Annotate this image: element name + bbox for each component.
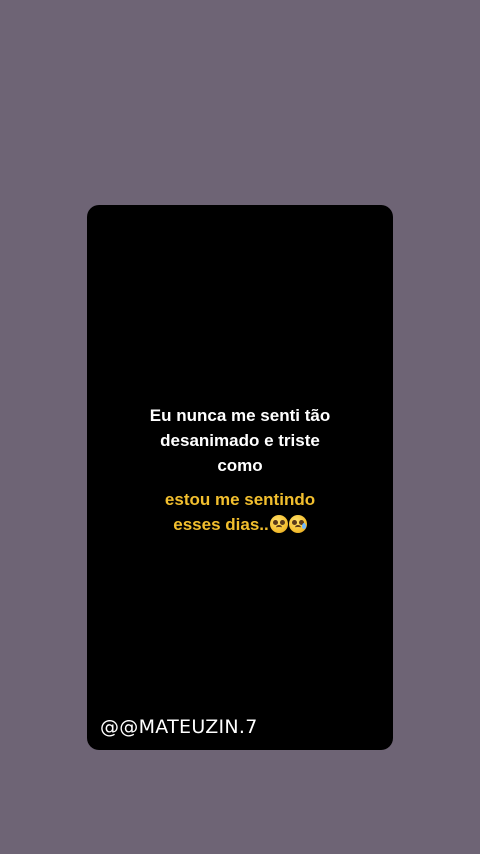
quote-line-5: esses dias.. (173, 515, 269, 534)
quote-line-1: Eu nunca me senti tão (149, 406, 331, 425)
quote-line-4: estou me sentindo (164, 490, 316, 509)
sad-relieved-face-icon (288, 515, 307, 533)
quote-gap (87, 478, 393, 487)
quote-line-5-wrap: esses dias.. (87, 512, 393, 537)
quote-line-3: como (217, 456, 263, 475)
user-handle[interactable]: @@MATEUZIN.7 (100, 716, 258, 738)
story-card: Eu nunca me senti tão desanimado e trist… (87, 205, 393, 750)
quote-line-2: desanimado e triste (160, 431, 320, 450)
pleading-face-icon (269, 515, 288, 533)
quote-block: Eu nunca me senti tão desanimado e trist… (87, 403, 393, 537)
